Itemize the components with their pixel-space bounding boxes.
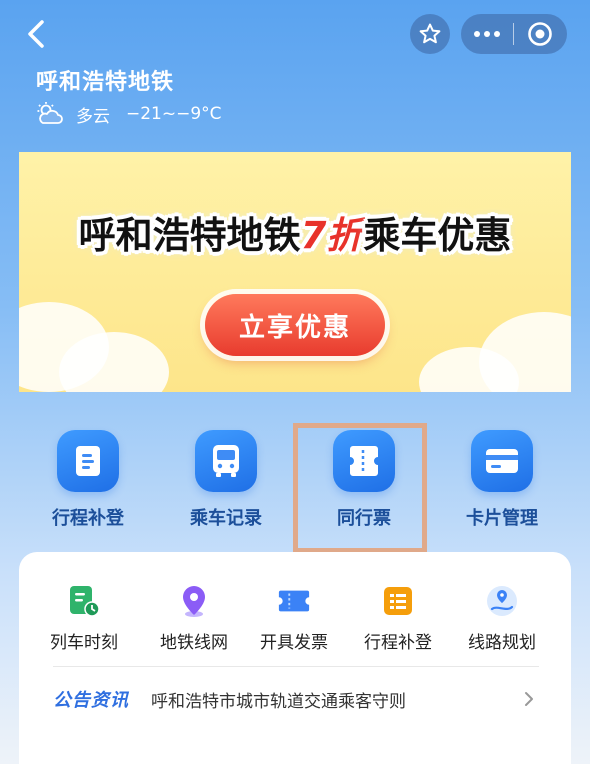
target-icon xyxy=(528,22,552,46)
service-icon-wrap xyxy=(177,584,211,618)
bus-icon xyxy=(213,445,239,477)
route-icon xyxy=(487,586,517,616)
star-icon xyxy=(419,23,441,44)
banner-headline-text: 呼和浩特地铁7折乘车优惠 xyxy=(79,205,512,259)
cloudy-sun-icon xyxy=(37,102,63,124)
panel-divider xyxy=(53,666,539,667)
quick-action-label: 卡片管理 xyxy=(466,508,538,529)
map-pin-icon xyxy=(183,586,205,617)
service-label: 地铁线网 xyxy=(160,633,228,653)
service-label: 行程补登 xyxy=(364,633,432,653)
chevron-left-icon xyxy=(28,20,44,48)
service-label: 线路规划 xyxy=(468,633,536,653)
service-trip-supplement[interactable]: 行程补登 xyxy=(343,584,453,653)
service-route-planning[interactable]: 线路规划 xyxy=(447,584,557,653)
top-bar xyxy=(0,0,590,70)
highlight-box xyxy=(293,423,427,553)
service-train-schedule[interactable]: 列车时刻 xyxy=(29,584,139,653)
service-issue-invoice[interactable]: 开具发票 xyxy=(239,584,349,653)
quick-action-card-management[interactable]: 卡片管理 xyxy=(432,430,572,530)
headline-after: 乘车优惠 xyxy=(363,214,512,257)
quick-action-icon-bg xyxy=(471,430,533,492)
mini-program-capsule xyxy=(461,14,567,54)
notice-text: 呼和浩特市城市轨道交通乘客守则 xyxy=(151,691,406,712)
quick-action-icon-bg xyxy=(57,430,119,492)
quick-action-ride-records[interactable]: 乘车记录 xyxy=(156,430,296,530)
service-icon-wrap xyxy=(381,584,415,618)
weather-info: 多云 −21~−9°C xyxy=(36,100,222,128)
service-icon-wrap xyxy=(277,584,311,618)
services-row: 列车时刻 地铁线网 开具发票 行程补登 线路规划 xyxy=(19,584,571,664)
notice-tag: 公告资讯 xyxy=(53,690,129,711)
service-label: 开具发票 xyxy=(260,633,328,653)
service-label: 列车时刻 xyxy=(50,633,118,653)
favorite-button[interactable] xyxy=(410,14,450,54)
invoice-ticket-icon xyxy=(278,590,310,612)
quick-action-label: 乘车记录 xyxy=(190,508,262,529)
card-icon xyxy=(486,449,518,473)
notice-row[interactable]: 公告资讯 呼和浩特市城市轨道交通乘客守则 xyxy=(53,676,539,722)
quick-action-trip-supplement[interactable]: 行程补登 xyxy=(18,430,158,530)
close-button[interactable] xyxy=(514,14,566,54)
document-icon xyxy=(76,446,100,476)
schedule-clock-icon xyxy=(70,586,100,617)
headline-discount: 7折 xyxy=(300,214,364,257)
service-metro-network[interactable]: 地铁线网 xyxy=(139,584,249,653)
quick-action-label: 行程补登 xyxy=(52,508,124,529)
page-title: 呼和浩特地铁 xyxy=(36,70,175,95)
service-icon-wrap xyxy=(485,584,519,618)
claim-offer-button[interactable]: 立享优惠 xyxy=(205,294,385,356)
more-dots-icon xyxy=(474,31,500,37)
weather-condition: 多云 xyxy=(76,106,110,127)
chevron-right-icon xyxy=(525,692,533,706)
quick-action-icon-bg xyxy=(195,430,257,492)
back-button[interactable] xyxy=(18,14,58,54)
services-panel: 列车时刻 地铁线网 开具发票 行程补登 线路规划 公告资讯 呼和浩特市城市轨道交… xyxy=(19,552,571,764)
headline-before: 呼和浩特地铁 xyxy=(78,214,301,257)
service-icon-wrap xyxy=(67,584,101,618)
more-button[interactable] xyxy=(461,14,513,54)
promo-banner[interactable]: 呼和浩特地铁7折乘车优惠 立享优惠 xyxy=(19,152,571,392)
list-icon xyxy=(384,587,412,615)
banner-headline: 呼和浩特地铁7折乘车优惠 xyxy=(35,196,555,268)
weather-temperature: −21~−9°C xyxy=(126,104,222,124)
